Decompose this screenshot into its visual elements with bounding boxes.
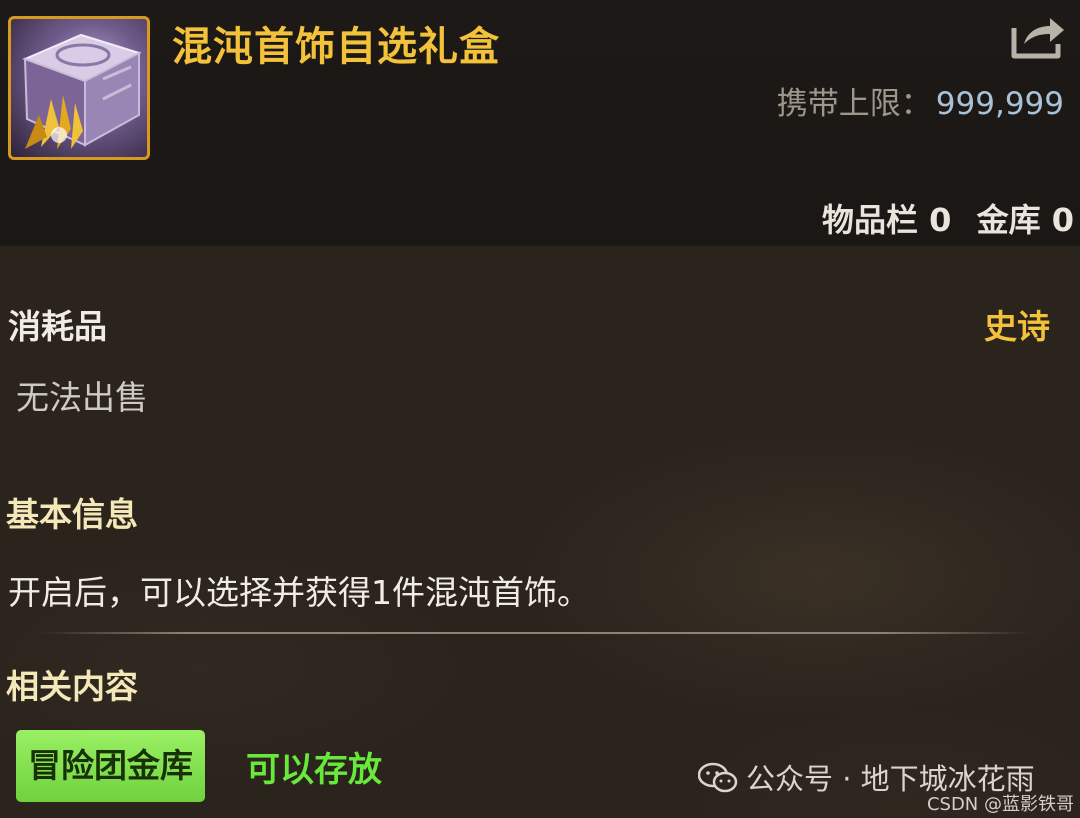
wechat-icon <box>697 762 738 801</box>
storage-tag: 冒险团金库 <box>16 730 205 802</box>
carry-limit-label: 携带上限： <box>776 86 932 122</box>
item-type: 消耗品 <box>8 307 107 346</box>
divider <box>40 632 1030 634</box>
item-rarity: 史诗 <box>984 307 1050 346</box>
basic-info-heading: 基本信息 <box>6 495 138 534</box>
item-description: 开启后，可以选择并获得1件混沌首饰。 <box>8 573 590 612</box>
item-title: 混沌首饰自选礼盒 <box>172 24 500 70</box>
sell-status: 无法出售 <box>16 378 148 417</box>
share-icon <box>1011 18 1064 59</box>
stock-counts: 物品栏 0 金库 0 <box>822 195 1074 241</box>
watermark-credit: CSDN @蓝影铁哥 <box>926 794 1074 815</box>
share-button[interactable] <box>1010 14 1066 60</box>
inventory-count: 物品栏 0 <box>822 201 952 239</box>
vault-count: 金库 0 <box>976 201 1074 239</box>
storage-status: 可以存放 <box>246 750 382 790</box>
carry-limit-value: 999,999 <box>935 86 1064 122</box>
carry-limit: 携带上限： 999,999 <box>777 78 1064 123</box>
related-content-heading: 相关内容 <box>6 667 138 706</box>
chaos-gift-box-icon <box>8 16 150 160</box>
